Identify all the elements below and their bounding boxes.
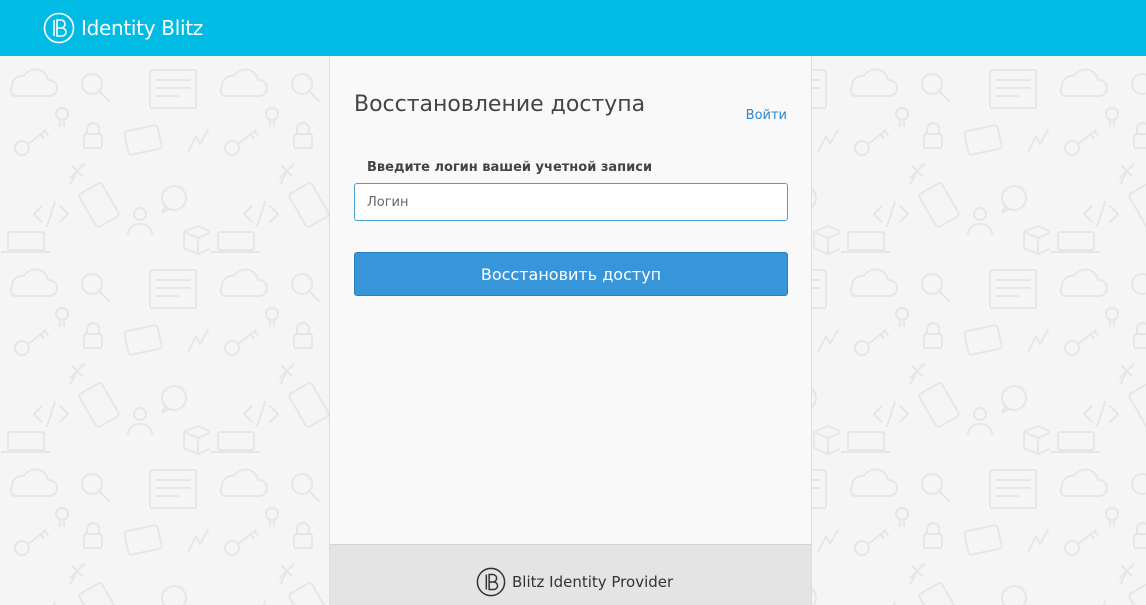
provider-name: Blitz Identity Provider <box>512 573 674 591</box>
page-title: Восстановление доступа <box>354 92 646 117</box>
login-input[interactable] <box>354 183 788 221</box>
recovery-card: Восстановление доступа Войти Введите лог… <box>329 56 812 605</box>
brand-name: Identity Blitz <box>81 16 203 40</box>
login-field-label: Введите логин вашей учетной записи <box>367 160 653 175</box>
top-navbar: Identity Blitz <box>0 0 1146 56</box>
footer-brand: Blitz Identity Provider <box>476 567 673 597</box>
blitz-b-logo-icon <box>476 567 506 597</box>
blitz-b-logo-icon <box>43 12 75 44</box>
login-link[interactable]: Войти <box>746 108 787 123</box>
brand[interactable]: Identity Blitz <box>43 11 203 45</box>
card-footer: Blitz Identity Provider <box>330 544 811 605</box>
restore-access-button[interactable]: Восстановить доступ <box>354 252 788 296</box>
